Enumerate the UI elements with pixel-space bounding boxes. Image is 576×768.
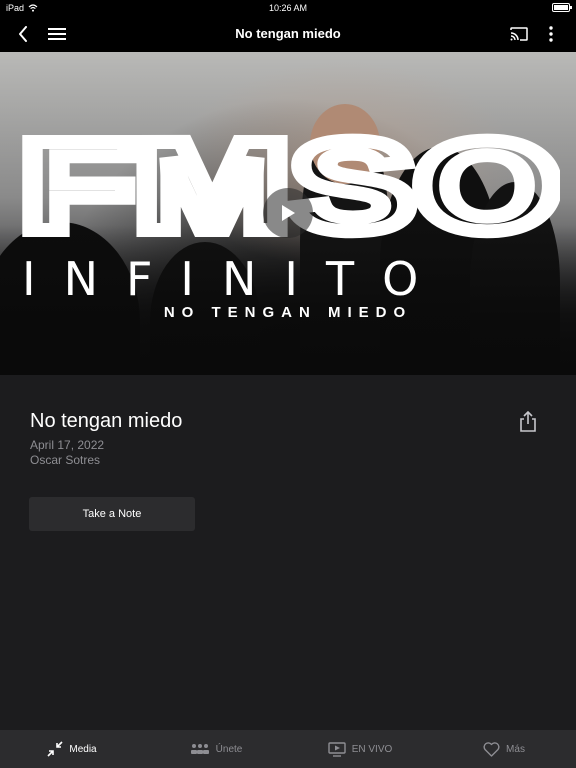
compress-icon [47, 741, 63, 757]
more-vertical-icon [549, 26, 553, 42]
media-thumbnail[interactable]: FMSO INFINITO NO TENGAN MIEDO [0, 52, 576, 375]
tab-media[interactable]: Media [0, 730, 144, 768]
play-button[interactable] [263, 188, 313, 238]
sermon-title: No tengan miedo [30, 410, 183, 432]
sermon-meta: April 17, 2022 Oscar Sotres [30, 438, 182, 468]
play-icon [282, 205, 295, 221]
sermon-speaker: Oscar Sotres [30, 453, 101, 467]
hero-subtitle: INFINITO [22, 252, 447, 306]
heart-icon [483, 741, 500, 757]
cast-icon [510, 27, 528, 41]
cast-button[interactable] [508, 24, 530, 44]
share-icon[interactable] [518, 411, 538, 433]
status-bar: iPad 10:26 AM [0, 0, 576, 16]
sermon-info: No tengan miedo April 17, 2022 Oscar Sot… [30, 410, 182, 468]
page-title: No tengan miedo [235, 26, 341, 41]
tab-mas[interactable]: Más [432, 730, 576, 768]
battery-icon [552, 3, 572, 12]
tab-label: Únete [215, 743, 243, 755]
hero-tagline: NO TENGAN MIEDO [163, 304, 413, 321]
more-button[interactable] [540, 24, 562, 44]
status-time: 10:26 AM [268, 3, 308, 13]
tab-bar: Media Únete EN VIVO Más [0, 730, 576, 768]
tab-en-vivo[interactable]: EN VIVO [288, 730, 432, 768]
tv-play-icon [328, 741, 346, 757]
tab-unete[interactable]: Únete [144, 730, 288, 768]
nav-bar: No tengan miedo [0, 16, 576, 52]
tab-label: Más [506, 743, 525, 755]
take-note-button[interactable]: Take a Note [29, 497, 195, 531]
tab-label: Media [69, 743, 97, 755]
sermon-date: April 17, 2022 [30, 438, 105, 452]
tab-label: EN VIVO [351, 743, 393, 755]
group-icon [190, 744, 209, 754]
